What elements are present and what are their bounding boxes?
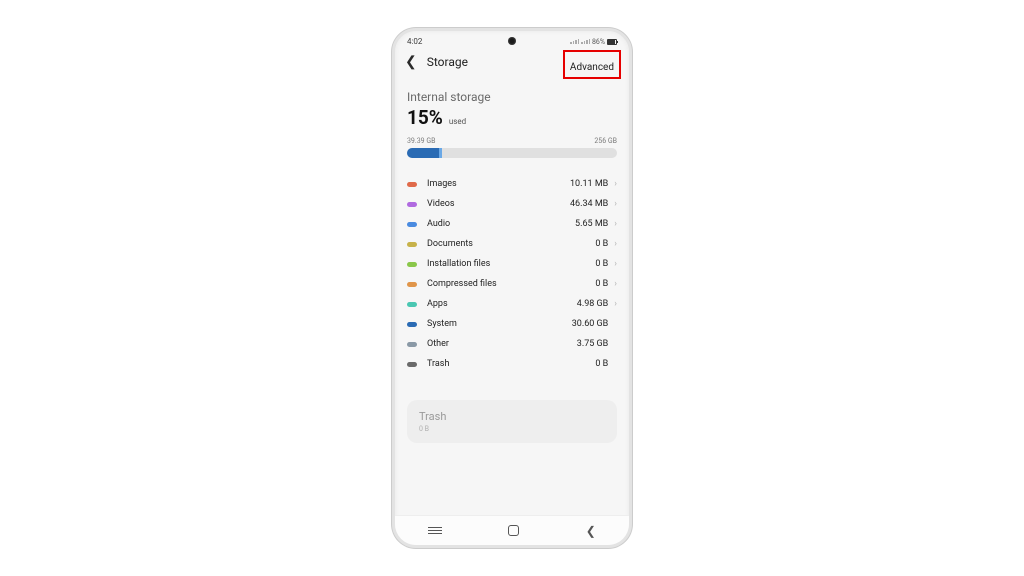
category-size: 0 B <box>595 239 608 249</box>
category-color-icon <box>407 302 417 307</box>
nav-recents-icon[interactable] <box>428 527 442 535</box>
category-row[interactable]: Apps4.98 GB › <box>407 294 617 314</box>
category-row[interactable]: Compressed files0 B › <box>407 274 617 294</box>
wifi-icon <box>581 39 590 44</box>
trash-card-size: 0 B <box>419 425 605 433</box>
category-row[interactable]: Documents0 B › <box>407 234 617 254</box>
category-list: Images10.11 MB›Videos46.34 MB›Audio5.65 … <box>407 174 617 374</box>
nav-home-icon[interactable] <box>508 525 519 536</box>
category-label: Compressed files <box>427 279 595 289</box>
category-color-icon <box>407 282 417 287</box>
battery-percent: 86% <box>592 38 605 46</box>
category-color-icon <box>407 322 417 327</box>
category-label: Installation files <box>427 259 595 269</box>
category-size: 46.34 MB <box>570 199 608 209</box>
category-color-icon <box>407 222 417 227</box>
used-size: 39.39 GB <box>407 137 435 145</box>
chevron-right-icon: › <box>614 199 617 209</box>
chevron-right-icon: › <box>614 259 617 269</box>
category-label: System <box>427 319 572 329</box>
usage-bar-segment-primary <box>407 148 439 158</box>
chevron-right-icon: › <box>614 219 617 229</box>
category-row: Trash0 B› <box>407 354 617 374</box>
category-size: 0 B <box>595 259 608 269</box>
category-label: Images <box>427 179 570 189</box>
category-color-icon <box>407 342 417 347</box>
category-size: 10.11 MB <box>570 179 608 189</box>
category-row[interactable]: Images10.11 MB › <box>407 174 617 194</box>
advanced-highlight: Advanced <box>563 50 621 79</box>
category-row[interactable]: Installation files0 B › <box>407 254 617 274</box>
chevron-right-icon: › <box>614 279 617 289</box>
section-title: Internal storage <box>407 90 617 104</box>
signal-icon <box>570 39 579 44</box>
category-row: Other3.75 GB› <box>407 334 617 354</box>
category-color-icon <box>407 242 417 247</box>
category-color-icon <box>407 182 417 187</box>
used-label: used <box>449 117 466 126</box>
category-size: 5.65 MB <box>575 219 608 229</box>
total-size: 256 GB <box>594 137 617 145</box>
category-color-icon <box>407 362 417 367</box>
category-size: 0 B <box>595 359 608 369</box>
page-title: Storage <box>427 55 468 69</box>
status-time: 4:02 <box>407 37 422 46</box>
usage-bar <box>407 148 617 158</box>
used-percent: 15% <box>407 106 443 129</box>
chevron-right-icon: › <box>614 239 617 249</box>
header: ❮ Storage Advanced <box>395 48 629 80</box>
category-label: Videos <box>427 199 570 209</box>
back-icon[interactable]: ❮ <box>405 54 417 70</box>
category-row: System30.60 GB› <box>407 314 617 334</box>
trash-card-title: Trash <box>419 410 605 423</box>
category-label: Other <box>427 339 577 349</box>
nav-bar: ❮ <box>395 515 629 545</box>
category-label: Audio <box>427 219 575 229</box>
status-bar: 4:02 86% <box>395 31 629 48</box>
battery-icon <box>607 39 617 45</box>
phone-frame: 4:02 86% ❮ Storage Advanced Internal sto… <box>392 28 632 548</box>
category-row[interactable]: Videos46.34 MB › <box>407 194 617 214</box>
usage-bar-segment-secondary <box>439 148 442 158</box>
category-size: 4.98 GB <box>577 299 609 309</box>
front-camera <box>508 37 516 45</box>
category-label: Apps <box>427 299 577 309</box>
category-label: Documents <box>427 239 595 249</box>
category-color-icon <box>407 262 417 267</box>
category-size: 3.75 GB <box>577 339 609 349</box>
chevron-right-icon: › <box>614 299 617 309</box>
category-label: Trash <box>427 359 595 369</box>
category-size: 30.60 GB <box>572 319 609 329</box>
nav-back-icon[interactable]: ❮ <box>586 524 596 538</box>
advanced-button[interactable]: Advanced <box>570 62 614 73</box>
category-row[interactable]: Audio5.65 MB › <box>407 214 617 234</box>
trash-card[interactable]: Trash 0 B <box>407 400 617 443</box>
category-size: 0 B <box>595 279 608 289</box>
content-scroll[interactable]: Internal storage 15% used 39.39 GB 256 G… <box>395 80 629 504</box>
category-color-icon <box>407 202 417 207</box>
chevron-right-icon: › <box>614 179 617 189</box>
